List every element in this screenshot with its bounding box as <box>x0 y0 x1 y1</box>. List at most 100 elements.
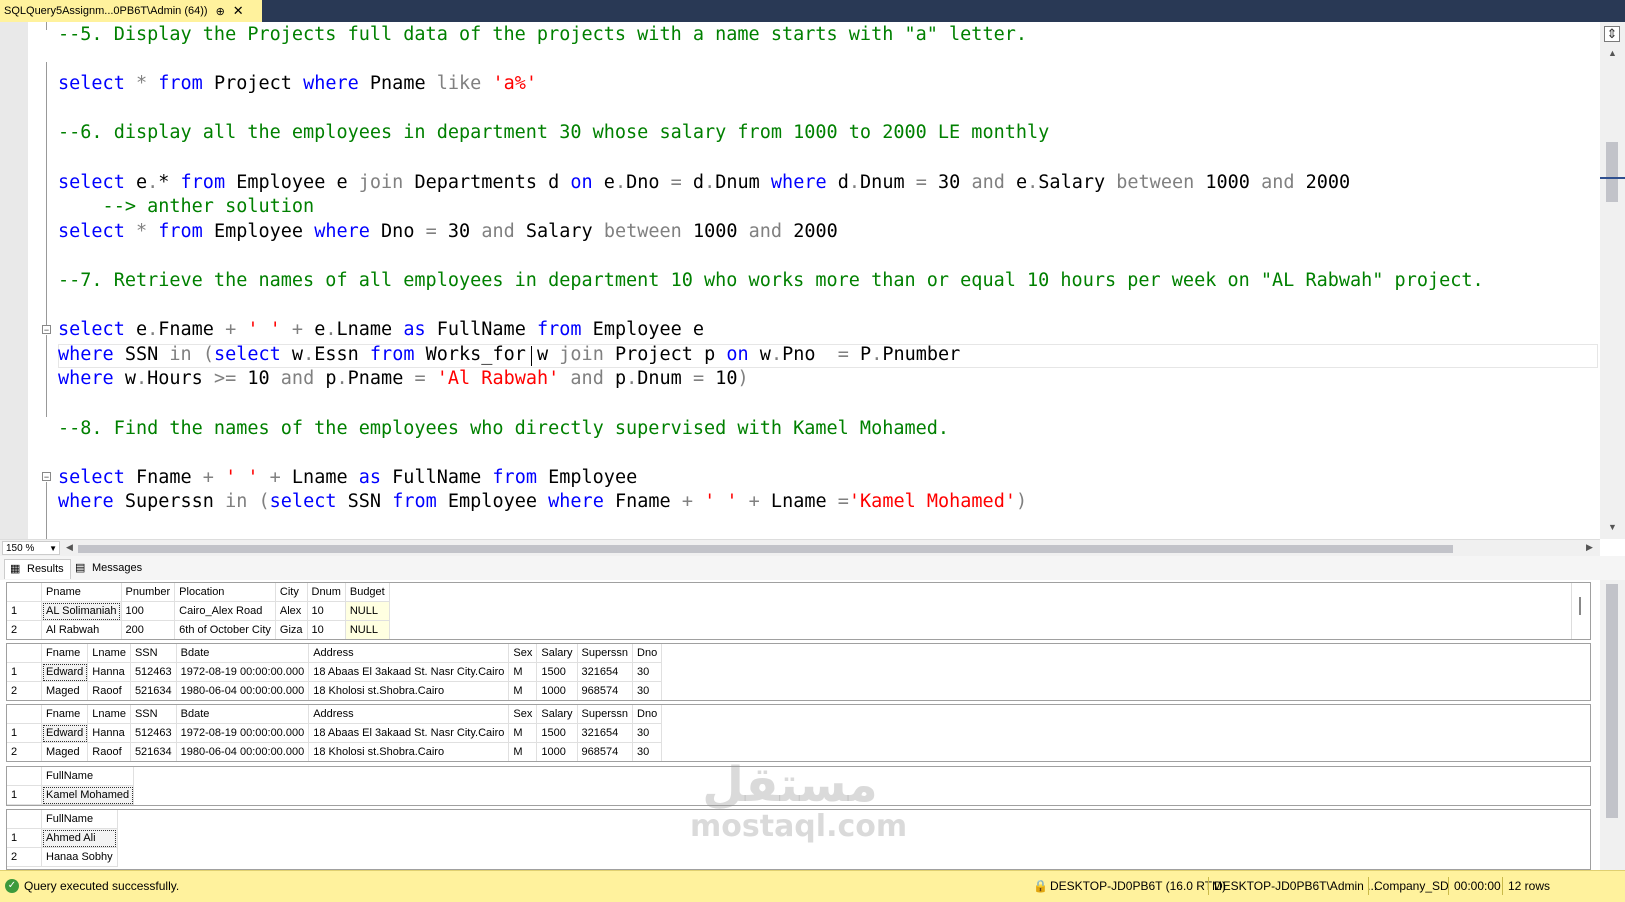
table-cell[interactable]: 10 <box>307 620 346 639</box>
table-cell[interactable]: NULL <box>345 601 390 621</box>
horizontal-scroll-thumb[interactable] <box>78 545 1453 553</box>
table-cell[interactable]: Edward <box>41 662 89 682</box>
table-cell[interactable]: Edward <box>41 723 89 743</box>
column-header[interactable]: Dno <box>632 644 663 663</box>
row-number[interactable]: 1 <box>7 723 42 743</box>
table-cell[interactable]: 30 <box>632 681 663 700</box>
table-cell[interactable]: Ahmed Ali <box>41 828 118 848</box>
column-header[interactable]: Bdate <box>176 644 310 663</box>
table-cell[interactable]: 200 <box>121 620 176 639</box>
query-editor[interactable]: − − --5. Display the Projects full data … <box>0 22 1625 539</box>
code-line[interactable]: --6. display all the employees in depart… <box>58 120 1049 145</box>
table-cell[interactable]: Maged <box>41 742 89 761</box>
row-header-corner[interactable] <box>7 810 42 829</box>
collapse-icon[interactable]: − <box>42 472 51 482</box>
table-cell[interactable]: 1980-06-04 00:00:00.000 <box>176 681 310 700</box>
table-cell[interactable]: 6th of October City <box>174 620 276 639</box>
code-line[interactable]: select e.* from Employee e join Departme… <box>58 170 1350 195</box>
table-cell[interactable]: 1000 <box>536 681 578 700</box>
table-cell[interactable]: 18 Abaas El 3akaad St. Nasr City.Cairo <box>308 723 510 743</box>
column-header[interactable]: Pname <box>41 583 122 602</box>
results-vertical-scrollbar[interactable] <box>1600 580 1625 870</box>
table-cell[interactable]: Hanna <box>87 723 131 743</box>
table-cell[interactable]: Hanna <box>87 662 131 682</box>
column-header[interactable]: Pnumber <box>121 583 176 602</box>
table-row[interactable]: 2 Al Rabwah 200 6th of October City Giza 10 NU… <box>7 620 390 639</box>
table-cell[interactable]: 512463 <box>130 723 177 743</box>
table-cell[interactable]: 521634 <box>130 742 177 761</box>
result-grid[interactable]: Fname Lname SSN Bdate Address Sex Salary Supers… <box>6 643 1591 701</box>
row-number[interactable]: 2 <box>7 742 42 761</box>
row-header-corner[interactable] <box>7 705 42 724</box>
column-header[interactable]: FullName <box>41 767 135 786</box>
table-cell[interactable]: 1500 <box>536 662 578 682</box>
table-cell[interactable]: 100 <box>121 601 176 621</box>
scroll-thumb[interactable] <box>1606 584 1618 818</box>
code-line[interactable]: select * from Project where Pname like '… <box>58 71 537 96</box>
query-tab-title[interactable]: SQLQuery5Assignm...0PB6T\Admin (64)) <box>4 5 208 17</box>
column-header[interactable]: Fname <box>41 705 89 724</box>
column-header[interactable]: SSN <box>130 705 177 724</box>
table-cell[interactable]: M <box>508 662 538 682</box>
table-row[interactable]: 1 Ahmed Ali <box>7 828 118 848</box>
close-icon[interactable]: ✕ <box>233 3 244 19</box>
scroll-thumb[interactable] <box>1579 597 1581 615</box>
table-cell[interactable]: AL Solimaniah <box>41 601 122 621</box>
table-cell[interactable]: NULL <box>345 620 390 639</box>
table-cell[interactable]: 321654 <box>577 723 634 743</box>
scroll-thumb[interactable] <box>1606 142 1618 202</box>
column-header[interactable]: FullName <box>41 810 118 829</box>
row-header-corner[interactable] <box>7 644 42 663</box>
row-number[interactable]: 2 <box>7 681 42 700</box>
column-header[interactable]: Address <box>308 644 510 663</box>
column-header[interactable]: Address <box>308 705 510 724</box>
table-cell[interactable]: Alex <box>275 601 308 621</box>
row-number[interactable]: 1 <box>7 662 42 682</box>
table-cell[interactable]: 18 Kholosi st.Shobra.Cairo <box>308 742 510 761</box>
zoom-dropdown[interactable]: 150 % ▼ <box>2 541 60 555</box>
column-header[interactable]: Fname <box>41 644 89 663</box>
table-cell[interactable]: 1972-08-19 00:00:00.000 <box>176 723 310 743</box>
column-header[interactable]: Budget <box>345 583 390 602</box>
tab-results[interactable]: ▦ Results <box>4 559 71 579</box>
result-grid[interactable]: Pname Pnumber Plocation City Dnum Budget 1 AL S… <box>6 582 1591 640</box>
column-header[interactable]: Lname <box>87 705 131 724</box>
table-cell[interactable]: Giza <box>275 620 308 639</box>
grid-scrollbar[interactable] <box>1571 583 1590 639</box>
column-header[interactable]: Sex <box>508 705 538 724</box>
table-cell[interactable]: M <box>508 681 538 700</box>
table-cell[interactable]: 321654 <box>577 662 634 682</box>
table-cell[interactable]: 1500 <box>536 723 578 743</box>
row-number[interactable]: 2 <box>7 620 42 639</box>
table-cell[interactable]: Kamel Mohamed <box>41 785 135 805</box>
table-cell[interactable]: Maged <box>41 681 89 700</box>
result-grid[interactable]: Fname Lname SSN Bdate Address Sex Salary Supers… <box>6 704 1591 762</box>
table-row[interactable]: 1 Edward Hanna 512463 1972-08-19 00:00:00.00… <box>7 662 663 682</box>
table-cell[interactable]: 18 Kholosi st.Shobra.Cairo <box>308 681 510 700</box>
collapse-icon[interactable]: − <box>42 325 51 335</box>
result-grid[interactable]: FullName 1 Kamel Mohamed <box>6 766 1591 806</box>
column-header[interactable]: Salary <box>536 644 578 663</box>
table-row[interactable]: 2 Maged Raoof 521634 1980-06-04 00:00:00.000… <box>7 681 663 700</box>
table-cell[interactable]: Hanaa Sobhy <box>41 847 118 867</box>
table-cell[interactable]: 968574 <box>577 681 634 700</box>
row-number[interactable]: 1 <box>7 601 42 621</box>
code-line[interactable]: where SSN in (select w.Essn from Works_f… <box>58 342 960 367</box>
split-editor-icon[interactable]: ⇕ <box>1604 26 1620 42</box>
row-header-corner[interactable] <box>7 583 42 602</box>
code-line[interactable]: --5. Display the Projects full data of t… <box>58 22 1027 47</box>
column-header[interactable]: Sex <box>508 644 538 663</box>
tab-messages[interactable]: ▤ Messages <box>70 559 148 578</box>
result-table[interactable]: Fname Lname SSN Bdate Address Sex Salary Supers… <box>7 644 663 700</box>
result-table[interactable]: Fname Lname SSN Bdate Address Sex Salary Supers… <box>7 705 663 761</box>
code-line[interactable]: select * from Employee where Dno = 30 an… <box>58 219 838 244</box>
query-tab[interactable]: SQLQuery5Assignm...0PB6T\Admin (64)) ⊕ ✕ <box>0 0 262 22</box>
table-row[interactable]: 2 Maged Raoof 521634 1980-06-04 00:00:00.000… <box>7 742 663 761</box>
result-table[interactable]: Pname Pnumber Plocation City Dnum Budget 1 AL S… <box>7 583 390 639</box>
table-cell[interactable]: 968574 <box>577 742 634 761</box>
column-header[interactable]: City <box>275 583 308 602</box>
column-header[interactable]: Salary <box>536 705 578 724</box>
result-grid[interactable]: FullName 1 Ahmed Ali 2 Hanaa Sobhy <box>6 809 1591 870</box>
scroll-right-icon[interactable]: ▶ <box>1586 542 1593 553</box>
column-header[interactable]: SSN <box>130 644 177 663</box>
